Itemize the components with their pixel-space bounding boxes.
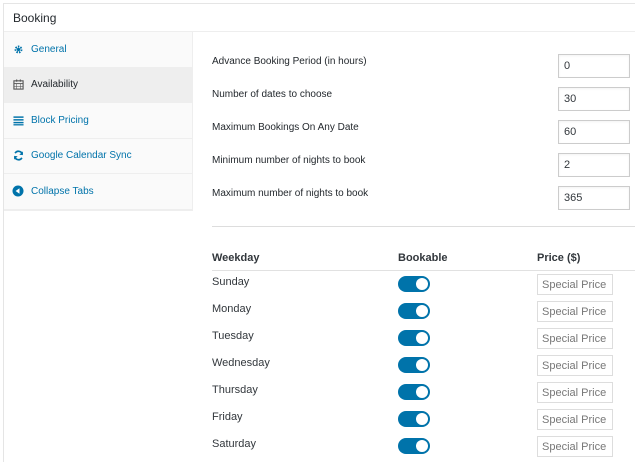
weekday-label: Monday xyxy=(212,303,252,315)
weekday-label: Thursday xyxy=(212,384,258,396)
field-max-nights: Maximum number of nights to book xyxy=(212,186,635,218)
field-number-of-dates: Number of dates to choose xyxy=(212,87,635,119)
weekday-row-sunday: Sunday xyxy=(212,274,635,303)
collapse-arrow-icon xyxy=(12,185,24,197)
weekday-row-saturday: Saturday xyxy=(212,436,635,462)
field-max-bookings: Maximum Bookings On Any Date xyxy=(212,120,635,152)
bookable-toggle-wednesday[interactable] xyxy=(398,357,430,373)
field-label: Maximum number of nights to book xyxy=(212,188,369,199)
weekday-label: Friday xyxy=(212,411,243,423)
weekday-label: Wednesday xyxy=(212,357,270,369)
special-price-input-sunday[interactable] xyxy=(537,274,613,295)
field-label: Minimum number of nights to book xyxy=(212,155,366,166)
max-nights-input[interactable] xyxy=(558,186,630,210)
tab-label: Google Calendar Sync xyxy=(31,150,132,162)
calendar-icon xyxy=(12,79,24,91)
bookable-toggle-tuesday[interactable] xyxy=(398,330,430,346)
toggle-knob xyxy=(416,278,428,290)
tab-google-calendar-sync[interactable]: Google Calendar Sync xyxy=(4,139,192,174)
tab-collapse-tabs[interactable]: Collapse Tabs xyxy=(4,174,192,210)
field-min-nights: Minimum number of nights to book xyxy=(212,153,635,185)
weekday-label: Saturday xyxy=(212,438,257,450)
toggle-knob xyxy=(416,440,428,452)
weekday-row-friday: Friday xyxy=(212,409,635,438)
tab-label: Availability xyxy=(31,79,79,91)
special-price-input-saturday[interactable] xyxy=(537,436,613,457)
sync-icon xyxy=(12,150,24,162)
bookable-toggle-thursday[interactable] xyxy=(398,384,430,400)
tab-availability[interactable]: Availability xyxy=(4,67,192,103)
bookable-column-header: Bookable xyxy=(398,252,448,264)
toggle-knob xyxy=(416,305,428,317)
advance-booking-input[interactable] xyxy=(558,54,630,78)
weekday-row-wednesday: Wednesday xyxy=(212,355,635,384)
toggle-knob xyxy=(416,413,428,425)
weekday-label: Tuesday xyxy=(212,330,254,342)
special-price-input-wednesday[interactable] xyxy=(537,355,613,376)
tab-label: Collapse Tabs xyxy=(31,185,94,197)
weekday-row-thursday: Thursday xyxy=(212,382,635,411)
weekday-row-tuesday: Tuesday xyxy=(212,328,635,357)
toggle-knob xyxy=(416,359,428,371)
field-label: Advance Booking Period (in hours) xyxy=(212,56,367,67)
sidebar-tabs: General Availability Block Pricing Googl… xyxy=(4,32,193,211)
weekday-row-monday: Monday xyxy=(212,301,635,330)
max-bookings-input[interactable] xyxy=(558,120,630,144)
special-price-input-friday[interactable] xyxy=(537,409,613,430)
toggle-knob xyxy=(416,332,428,344)
toggle-knob xyxy=(416,386,428,398)
gear-icon xyxy=(12,43,24,55)
bookable-toggle-sunday[interactable] xyxy=(398,276,430,292)
field-advance-booking: Advance Booking Period (in hours) xyxy=(212,54,635,86)
weekday-table-header: Weekday Bookable Price ($) xyxy=(212,251,635,271)
booking-panel: Booking General Availability Block Prici… xyxy=(3,3,635,462)
special-price-input-tuesday[interactable] xyxy=(537,328,613,349)
list-icon xyxy=(12,114,24,126)
special-price-input-thursday[interactable] xyxy=(537,382,613,403)
tab-label: General xyxy=(31,43,67,55)
price-column-header: Price ($) xyxy=(537,252,581,264)
special-price-input-monday[interactable] xyxy=(537,301,613,322)
min-nights-input[interactable] xyxy=(558,153,630,177)
bookable-toggle-monday[interactable] xyxy=(398,303,430,319)
number-of-dates-input[interactable] xyxy=(558,87,630,111)
weekday-column-header: Weekday xyxy=(212,252,260,264)
field-label: Number of dates to choose xyxy=(212,89,333,100)
field-label: Maximum Bookings On Any Date xyxy=(212,122,359,133)
tab-block-pricing[interactable]: Block Pricing xyxy=(4,103,192,139)
weekday-label: Sunday xyxy=(212,276,250,288)
tab-general[interactable]: General xyxy=(4,32,192,68)
bookable-toggle-friday[interactable] xyxy=(398,411,430,427)
panel-title: Booking xyxy=(4,4,635,32)
bookable-toggle-saturday[interactable] xyxy=(398,438,430,454)
tab-label: Block Pricing xyxy=(31,114,89,126)
section-divider xyxy=(212,226,635,227)
